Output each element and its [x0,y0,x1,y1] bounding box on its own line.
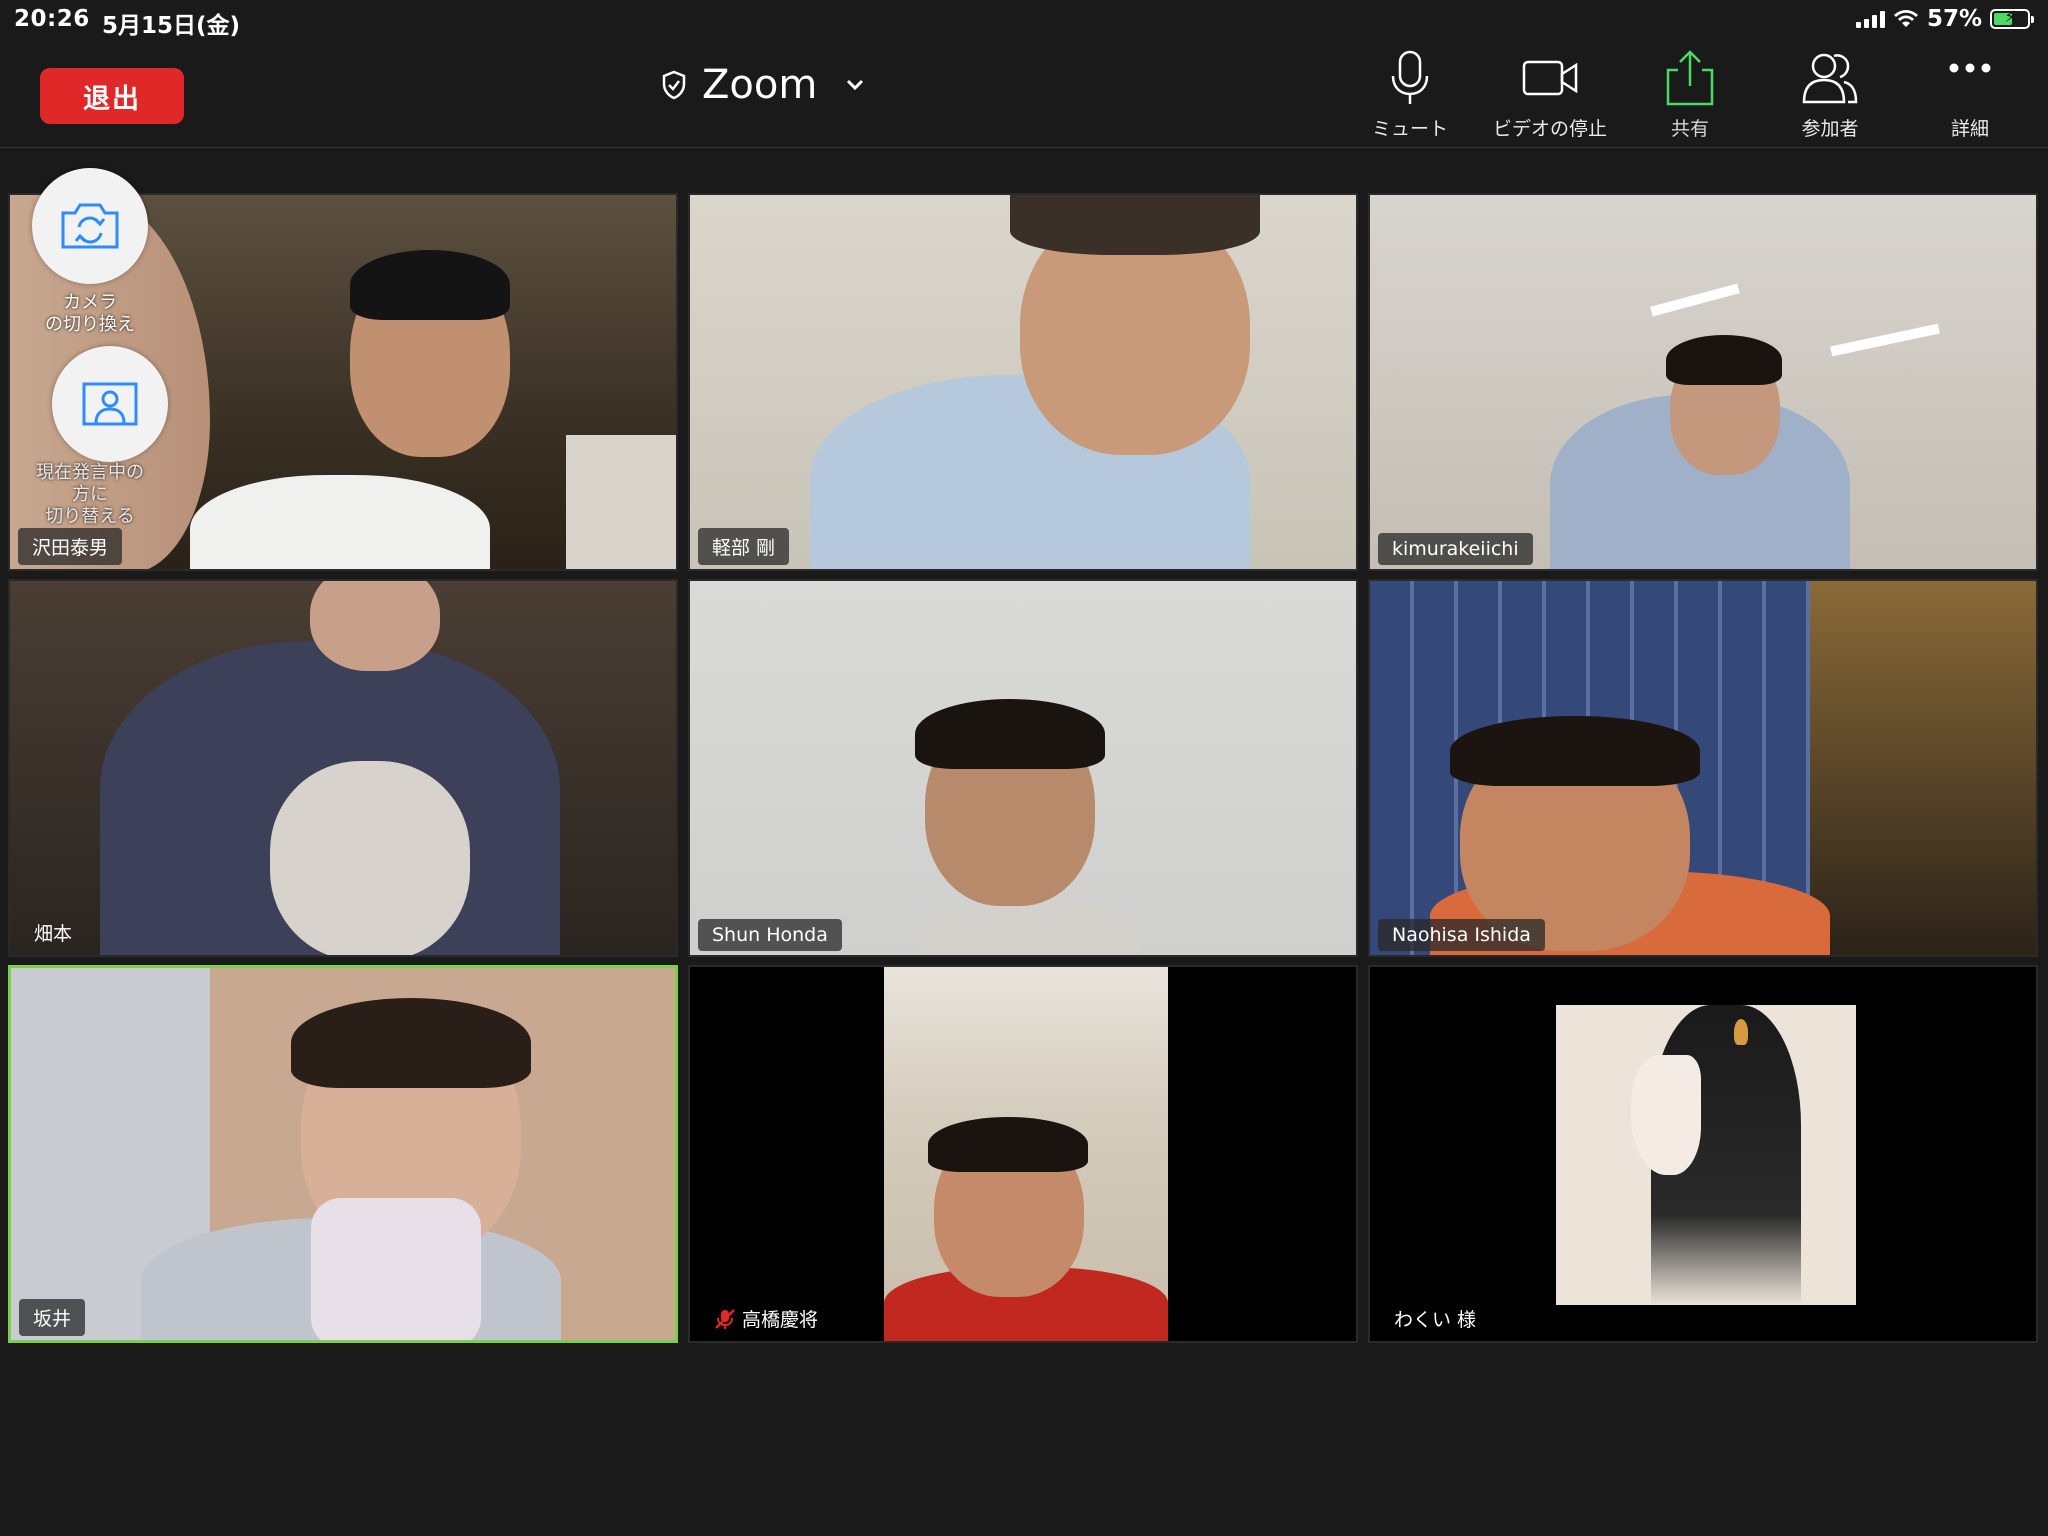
phone-shape [311,1198,481,1340]
video-tile[interactable]: わくい 様 [1368,965,2038,1343]
cat-shape [270,761,470,955]
participant-name: Shun Honda [698,919,842,951]
battery-percent: 57% [1926,6,1982,32]
meeting-toolbar: 退出 Zoom ミュート ビデオの停止 共有 参加者 詳細 [0,40,2048,148]
switch-camera-button[interactable] [32,168,148,284]
muted-microphone-icon [714,1308,736,1330]
video-tile[interactable]: Shun Honda [688,579,1358,957]
status-indicators: 57% ⚡ [1855,6,2034,32]
ceiling-light [1650,283,1740,317]
wifi-icon [1893,10,1918,27]
status-time: 20:26 [14,6,90,32]
meeting-title: Zoom [702,62,818,108]
switch-to-speaker-button[interactable] [52,346,168,462]
status-date: 5月15日(金) [102,13,241,39]
switch-camera-label: カメラ の切り換え [45,292,135,335]
video-tile[interactable]: 軽部 剛 [688,193,1358,571]
charging-bolt-icon: ⚡ [2004,7,2016,26]
paper-board [566,435,676,569]
person-hair [1010,195,1260,255]
share-label: 共有 [1670,118,1709,140]
microphone-icon [1391,50,1429,104]
cellular-signal-icon [1855,10,1885,28]
person-hair [350,250,510,320]
camera-switch-icon [61,203,119,249]
video-tile[interactable]: 高橋慶将 [688,965,1358,1343]
stop-video-button[interactable]: ビデオの停止 [1480,48,1620,143]
participant-name-tag: 高橋慶将 [698,1300,832,1337]
person-hair [915,699,1105,769]
share-upload-icon [1666,50,1714,106]
stop-video-label: ビデオの停止 [1492,118,1607,140]
person-body [920,901,1140,955]
chevron-down-icon [847,79,864,91]
participant-name: kimurakeiichi [1378,533,1533,565]
person-body [190,475,490,569]
participant-name: 高橋慶将 [742,1309,819,1331]
person-hair [291,998,531,1088]
portrait-face [1631,1055,1701,1175]
video-tile[interactable]: 畑本 [8,579,678,957]
portrait-video-feed [884,967,1168,1341]
status-bar: 20:26 5月15日(金) 57% ⚡ [0,0,2048,40]
meeting-title-dropdown[interactable]: Zoom [660,60,867,110]
mute-label: ミュート [1371,118,1448,140]
person-hair [928,1117,1088,1172]
participants-label: 参加者 [1801,118,1859,140]
video-tile[interactable]: kimurakeiichi [1368,193,2038,571]
participant-name: わくい 様 [1394,1309,1477,1331]
participant-name: 沢田泰男 [18,528,123,565]
participants-button[interactable]: 参加者 [1760,48,1900,143]
mute-button[interactable]: ミュート [1340,48,1480,143]
participant-name: Naohisa Ishida [1378,919,1545,951]
video-camera-icon [1522,60,1578,96]
ceiling-light [1830,323,1940,357]
participant-name: 坂井 [19,1299,86,1336]
more-label: 詳細 [1950,118,1989,140]
more-button[interactable]: 詳細 [1900,48,2040,143]
participant-name: 軽部 剛 [698,528,790,565]
speaker-view-icon [82,382,138,426]
background-shelf [1810,581,2036,955]
participants-icon [1802,53,1858,104]
share-button[interactable]: 共有 [1620,48,1760,143]
participant-name: 畑本 [34,923,73,945]
shield-icon [662,70,686,100]
portrait-horn [1734,1019,1748,1045]
video-tile[interactable]: Naohisa Ishida [1368,579,2038,957]
leave-button[interactable]: 退出 [40,68,184,124]
switch-to-speaker-label: 現在発言中の 方に 切り替える [36,462,144,527]
video-tile-active-speaker[interactable]: 坂井 [8,965,678,1343]
person-hair [1450,716,1700,786]
battery-icon: ⚡ [1990,7,2034,29]
more-dots-icon [1949,63,1991,73]
profile-picture [1556,1005,1856,1305]
person-hair [1666,335,1782,385]
person-face [310,581,440,671]
